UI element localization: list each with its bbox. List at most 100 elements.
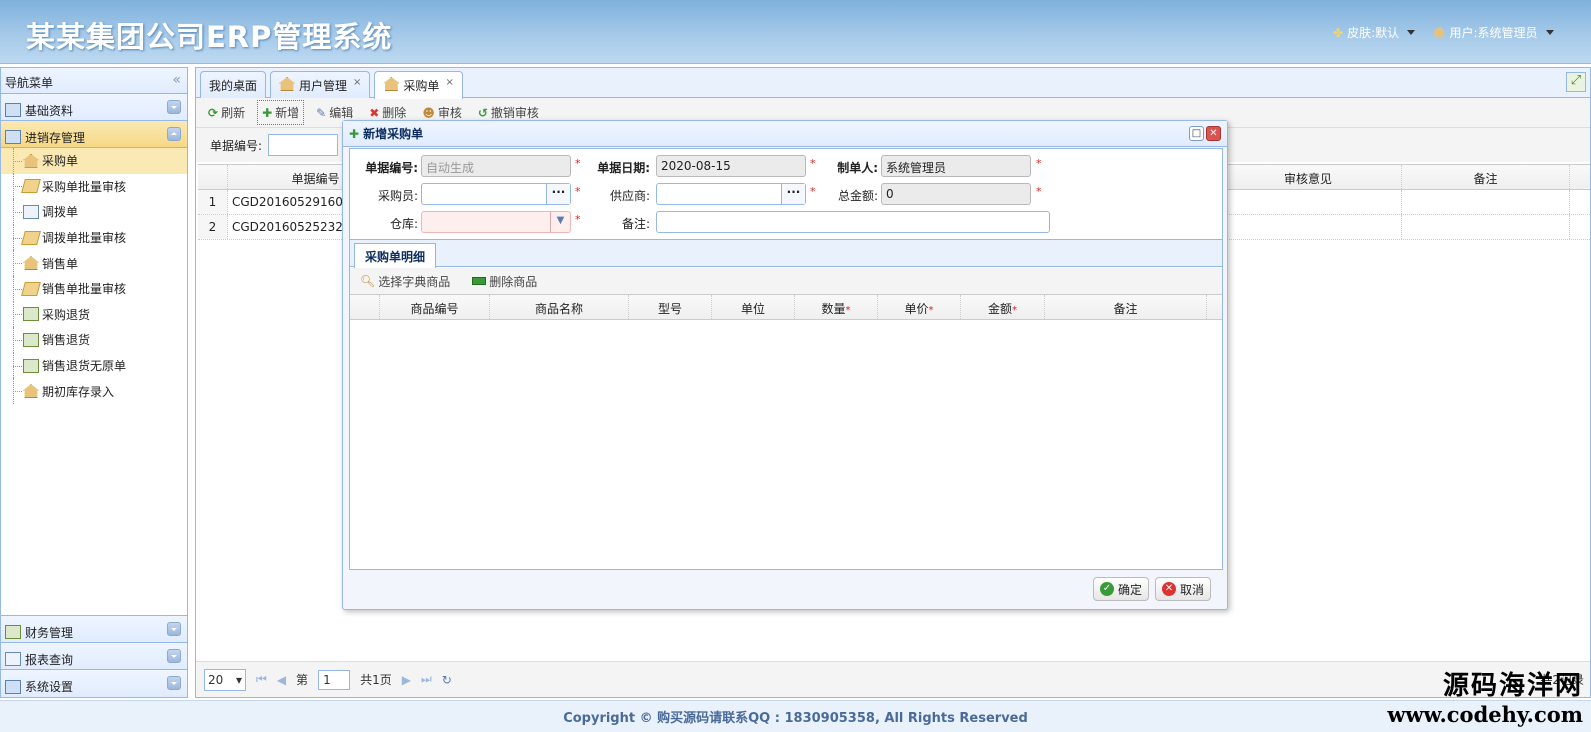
menu-item-purchase-return[interactable]: 采购退货 <box>1 301 187 328</box>
tab-desktop[interactable]: 我的桌面 <box>200 71 267 98</box>
accordion-finance[interactable]: 财务管理 <box>1 616 187 643</box>
collapse-icon[interactable]: « <box>172 72 181 88</box>
cancel-button[interactable]: ✕ 取消 <box>1154 577 1211 601</box>
check-icon: ✓ <box>1099 582 1114 596</box>
close-icon[interactable]: × <box>445 77 453 99</box>
tab-user-management[interactable]: 用户管理 × <box>270 71 371 98</box>
buyer-label: 采购员: <box>377 189 418 203</box>
column-header-amount[interactable]: 金额* <box>961 295 1045 319</box>
ok-button[interactable]: ✓ 确定 <box>1092 577 1149 601</box>
doc-date-label: 单据日期: <box>597 161 650 175</box>
required-mark: * <box>810 157 816 170</box>
creator-field[interactable]: 系统管理员 <box>881 155 1031 177</box>
menu-tree: 采购单 采购单批量审核 调拨单 调拨单批量审核 销售单 销售单批量审核 采购退货… <box>1 148 187 610</box>
column-header[interactable]: 商品编号 <box>380 295 490 319</box>
accordion-reports[interactable]: 报表查询 <box>1 643 187 670</box>
expand-icon[interactable] <box>167 622 181 636</box>
menu-item-sales-batch-audit[interactable]: 销售单批量审核 <box>1 275 187 302</box>
buyer-field[interactable]: ··· <box>421 183 571 205</box>
remark-field[interactable] <box>656 211 1050 233</box>
copyright-text: Copyright © 购买源码请联系QQ : 1830905358, All … <box>563 711 1028 726</box>
page-total: 共1页 <box>360 673 392 687</box>
menu-item-purchase-batch-audit[interactable]: 采购单批量审核 <box>1 173 187 200</box>
button-label: 编辑 <box>329 106 354 120</box>
prev-page-icon[interactable]: ◀ <box>277 673 286 687</box>
folder-icon <box>5 130 21 144</box>
doc-no-search-input[interactable] <box>268 134 339 156</box>
total-field[interactable]: 0 <box>881 183 1031 205</box>
sidebar-header: 导航菜单 « <box>1 68 187 94</box>
fullscreen-icon[interactable]: ⤢ <box>1566 72 1586 92</box>
reload-icon[interactable]: ↻ <box>442 673 452 687</box>
page-size-select[interactable]: 20 ▾ <box>204 668 246 691</box>
column-header[interactable]: 备注 <box>1402 165 1570 189</box>
page-number-input[interactable]: 1 <box>318 669 351 690</box>
column-header-qty[interactable]: 数量* <box>795 295 878 319</box>
menu-item-transfer-order[interactable]: 调拨单 <box>1 199 187 225</box>
expand-icon[interactable] <box>167 100 181 114</box>
cell <box>1215 215 1402 239</box>
select-goods-button[interactable]: 🔍︎ 选择字典商品 <box>356 270 454 293</box>
menu-item-opening-stock[interactable]: 期初库存录入 <box>1 378 187 404</box>
menu-item-transfer-batch-audit[interactable]: 调拨单批量审核 <box>1 224 187 251</box>
button-label: 审核 <box>437 106 462 120</box>
first-page-icon[interactable]: ⏮ <box>256 672 267 687</box>
row-number: 2 <box>198 215 228 239</box>
menu-item-sales-order[interactable]: 销售单 <box>1 250 187 276</box>
last-page-icon[interactable]: ⏭ <box>421 672 432 687</box>
doc-date-field[interactable]: 2020-08-15 <box>656 155 806 177</box>
chevron-down-icon <box>1545 30 1554 35</box>
cell <box>1402 215 1570 239</box>
required-mark: * <box>810 185 816 198</box>
remove-icon <box>472 277 487 285</box>
browse-button[interactable]: ··· <box>546 184 570 204</box>
delete-goods-button[interactable]: 删除商品 <box>468 270 541 293</box>
expand-icon[interactable] <box>167 649 181 663</box>
add-icon: ✚ <box>262 105 273 120</box>
accordion-label: 进销存管理 <box>25 130 86 145</box>
remark-label: 备注: <box>621 217 650 231</box>
menu-item-sales-return[interactable]: 销售退货 <box>1 327 187 353</box>
maximize-icon[interactable]: □ <box>1189 126 1204 141</box>
home-icon <box>23 256 39 271</box>
user-menu[interactable]: ☻ 用户:系统管理员 <box>1433 24 1554 41</box>
refresh-icon: ⟳ <box>208 105 219 120</box>
column-header-price[interactable]: 单价* <box>878 295 961 319</box>
next-page-icon[interactable]: ▶ <box>402 673 411 687</box>
browse-button[interactable]: ··· <box>781 184 805 204</box>
search-label: 单据编号: <box>210 138 263 153</box>
warehouse-select[interactable]: ▼ <box>421 211 571 233</box>
row-number-header <box>198 165 228 189</box>
add-button[interactable]: ✚ 新增 <box>257 100 305 125</box>
column-header[interactable]: 单位 <box>712 295 795 319</box>
supplier-field[interactable]: ··· <box>656 183 806 205</box>
collapse-icon[interactable] <box>167 127 181 141</box>
accordion-inventory[interactable]: 进销存管理 <box>1 121 187 148</box>
close-icon[interactable]: × <box>353 77 361 98</box>
doc-no-field[interactable]: 自动生成 <box>421 155 571 177</box>
tab-purchase-detail[interactable]: 采购单明细 <box>354 243 437 268</box>
menu-item-label: 采购单批量审核 <box>42 179 127 194</box>
menu-item-purchase-order[interactable]: 采购单 <box>1 148 187 174</box>
supplier-label: 供应商: <box>609 189 650 203</box>
accordion-settings[interactable]: 系统设置 <box>1 670 187 697</box>
creator-label: 制单人: <box>837 161 878 175</box>
total-label: 总金额: <box>837 189 878 203</box>
chevron-down-icon[interactable]: ▼ <box>550 212 570 232</box>
menu-item-sales-return-no-original[interactable]: 销售退货无原单 <box>1 352 187 379</box>
doc-icon <box>23 204 39 219</box>
column-header[interactable]: 审核意见 <box>1215 165 1402 189</box>
refresh-button[interactable]: ⟳ 刷新 <box>204 101 249 124</box>
expand-icon[interactable] <box>167 676 181 690</box>
close-icon[interactable]: ✕ <box>1206 126 1221 141</box>
column-header[interactable]: 备注 <box>1045 295 1207 319</box>
user-check-icon: ☻ <box>422 105 435 120</box>
skin-menu[interactable]: ✤ 皮肤:默认 <box>1333 24 1416 41</box>
column-header[interactable]: 型号 <box>629 295 712 319</box>
cell <box>1215 190 1402 214</box>
button-label: 取消 <box>1179 582 1204 597</box>
accordion-basic-data[interactable]: 基础资料 <box>1 94 187 121</box>
button-label: 撤销审核 <box>490 106 539 120</box>
tab-purchase-order[interactable]: 采购单 × <box>374 71 463 99</box>
column-header[interactable]: 商品名称 <box>490 295 629 319</box>
